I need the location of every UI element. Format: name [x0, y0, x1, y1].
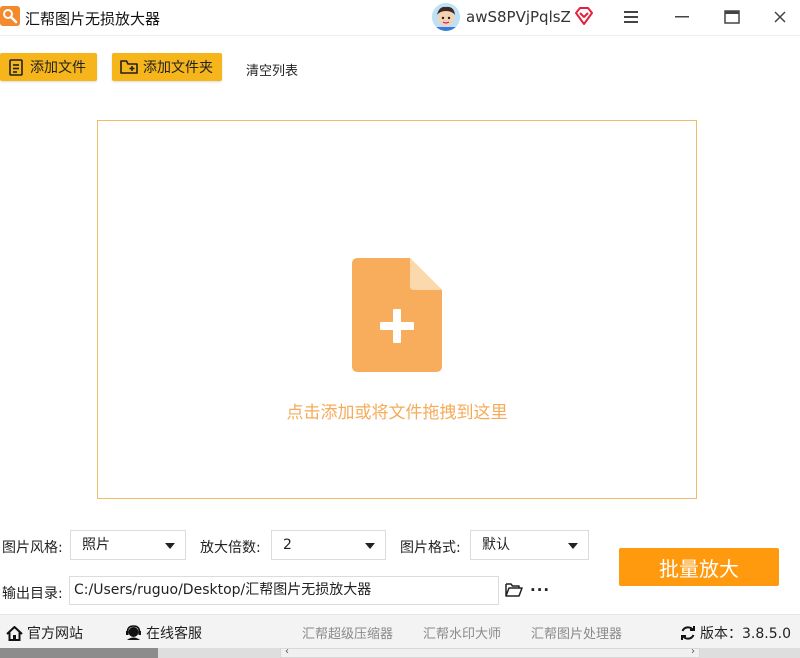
- app-title: 汇帮图片无损放大器: [25, 10, 161, 28]
- minimize-button[interactable]: [670, 6, 694, 28]
- clear-list-button[interactable]: 清空列表: [246, 60, 298, 79]
- chevron-down-icon: [568, 543, 578, 549]
- online-service-label: 在线客服: [146, 626, 202, 642]
- more-options-icon[interactable]: ···: [530, 581, 550, 599]
- taskbar-thumbnail: [0, 648, 158, 658]
- chevron-down-icon: [165, 543, 175, 549]
- file-drop-zone[interactable]: 点击添加或将文件拖拽到这里: [97, 120, 697, 499]
- format-select[interactable]: 默认: [470, 530, 589, 560]
- close-button[interactable]: [768, 6, 792, 28]
- scale-select[interactable]: 2: [271, 530, 386, 560]
- add-document-icon: [352, 258, 442, 376]
- batch-enlarge-button[interactable]: 批量放大: [619, 548, 779, 586]
- footer-bar: 官方网站 在线客服 汇帮超级压缩器 汇帮水印大师 汇帮图片处理器 版本：3.8.…: [0, 614, 800, 648]
- output-dir-label: 输出目录:: [2, 586, 63, 602]
- close-icon: [774, 11, 786, 23]
- version-label: 版本：3.8.5.0: [700, 626, 791, 642]
- add-file-icon: [9, 58, 23, 76]
- refresh-icon: [681, 626, 695, 640]
- menu-button[interactable]: [619, 6, 643, 28]
- style-select-value: 照片: [82, 537, 110, 553]
- style-select[interactable]: 照片: [70, 530, 186, 560]
- vip-diamond-icon[interactable]: [574, 7, 594, 29]
- scroll-left-icon[interactable]: ‹: [285, 646, 289, 657]
- open-folder-icon[interactable]: [505, 582, 523, 601]
- compressor-link[interactable]: 汇帮超级压缩器: [302, 623, 393, 642]
- online-service-link[interactable]: 在线客服: [125, 623, 202, 643]
- maximize-icon: [724, 10, 740, 24]
- drop-zone-hint: 点击添加或将文件拖拽到这里: [286, 403, 508, 423]
- style-label: 图片风格:: [2, 540, 63, 556]
- add-folder-icon: [120, 60, 138, 74]
- minimize-icon: [675, 16, 689, 18]
- add-file-button[interactable]: 添加文件: [0, 53, 97, 81]
- horizontal-scrollbar[interactable]: ‹ ›: [280, 646, 700, 658]
- title-bar: 汇帮图片无损放大器 awS8PVjPqlsZ: [0, 0, 800, 36]
- maximize-button[interactable]: [720, 6, 744, 28]
- app-logo-icon: [0, 6, 20, 26]
- output-path-field[interactable]: C:/Users/ruguo/Desktop/汇帮图片无损放大器: [69, 576, 499, 605]
- version-info[interactable]: 版本：3.8.5.0: [680, 623, 791, 643]
- home-icon: [6, 625, 23, 641]
- official-site-link[interactable]: 官方网站: [6, 623, 83, 643]
- chevron-down-icon: [365, 543, 375, 549]
- add-file-label: 添加文件: [30, 60, 86, 76]
- customer-service-icon: [126, 625, 141, 640]
- image-processor-link[interactable]: 汇帮图片处理器: [531, 623, 622, 642]
- add-folder-label: 添加文件夹: [143, 60, 213, 76]
- official-site-label: 官方网站: [27, 626, 83, 642]
- avatar[interactable]: [432, 3, 460, 31]
- scale-select-value: 2: [283, 537, 292, 553]
- format-label: 图片格式:: [400, 540, 461, 556]
- format-select-value: 默认: [482, 537, 510, 553]
- scale-label: 放大倍数:: [200, 540, 261, 556]
- add-folder-button[interactable]: 添加文件夹: [112, 53, 222, 81]
- username[interactable]: awS8PVjPqlsZ: [466, 8, 571, 26]
- hamburger-icon: [624, 11, 638, 23]
- watermark-link[interactable]: 汇帮水印大师: [423, 623, 501, 642]
- scroll-right-icon[interactable]: ›: [691, 646, 695, 657]
